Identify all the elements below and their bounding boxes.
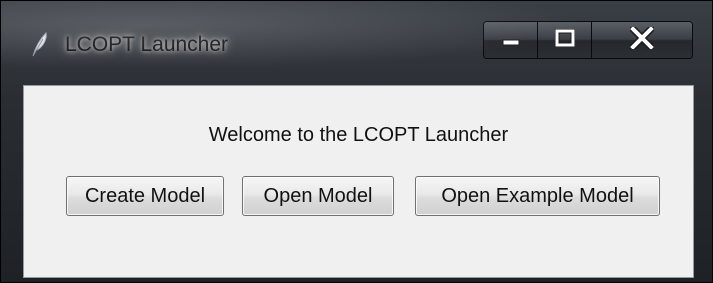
create-model-button[interactable]: Create Model bbox=[66, 176, 224, 216]
welcome-label: Welcome to the LCOPT Launcher bbox=[208, 124, 509, 146]
feather-icon bbox=[29, 31, 51, 57]
minimize-button[interactable] bbox=[484, 22, 538, 58]
minimize-icon bbox=[502, 29, 520, 51]
maximize-button[interactable] bbox=[538, 22, 592, 58]
caption-buttons bbox=[483, 21, 693, 59]
maximize-icon bbox=[554, 28, 575, 51]
open-example-model-button[interactable]: Open Example Model bbox=[415, 176, 660, 216]
client-area: Welcome to the LCOPT Launcher Create Mod… bbox=[23, 85, 694, 278]
launcher-window: LCOPT Launcher Welcome to the LCOPT Laun… bbox=[0, 0, 713, 283]
open-model-button[interactable]: Open Model bbox=[242, 176, 394, 216]
close-icon bbox=[628, 24, 656, 53]
title-bar[interactable]: LCOPT Launcher bbox=[1, 1, 712, 81]
close-button[interactable] bbox=[592, 22, 692, 58]
window-title: LCOPT Launcher bbox=[65, 33, 229, 56]
